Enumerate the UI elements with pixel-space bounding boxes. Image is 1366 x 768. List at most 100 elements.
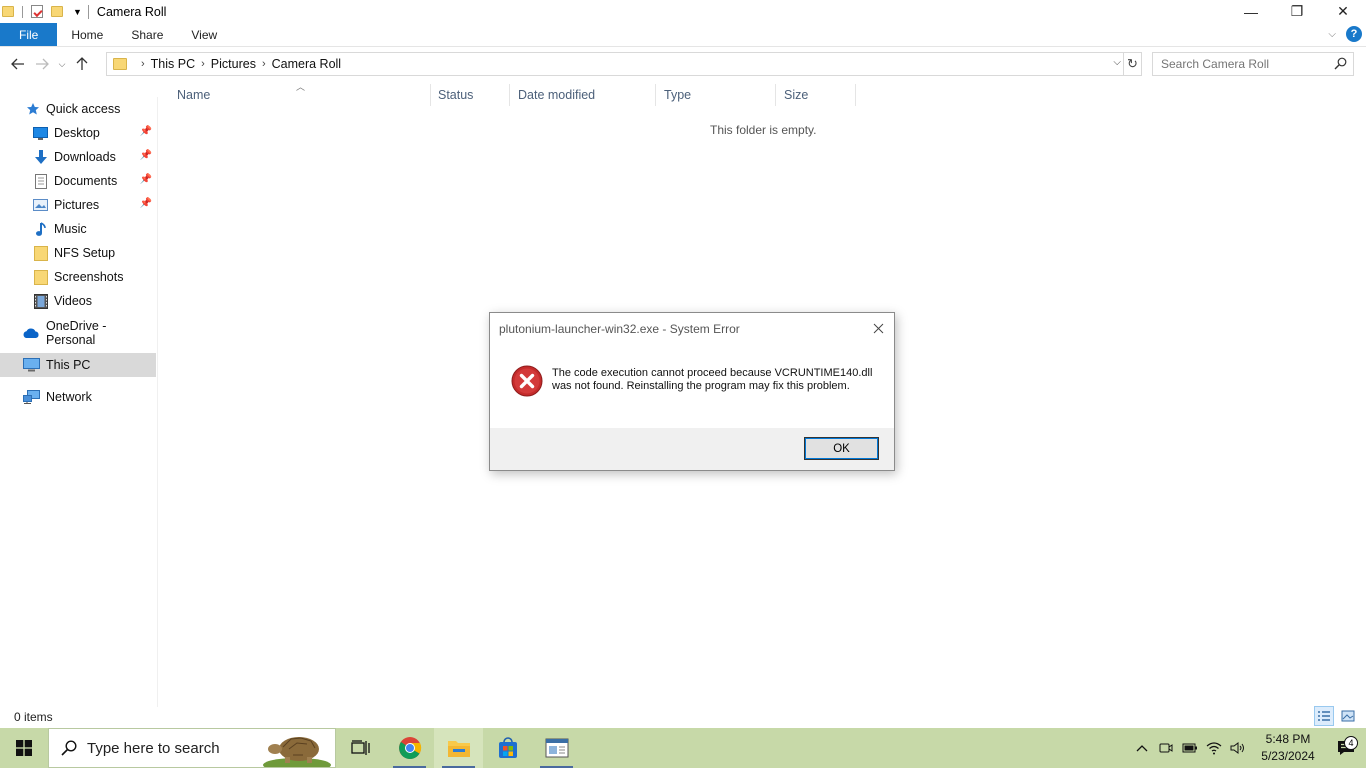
sidebar-item-network[interactable]: Network	[0, 385, 156, 409]
desktop-icon	[33, 126, 48, 140]
search-box[interactable]	[1152, 52, 1354, 76]
close-button[interactable]: ✕	[1320, 0, 1366, 23]
column-header-type[interactable]: Type	[656, 84, 776, 106]
sidebar-item-label: NFS Setup	[54, 246, 116, 260]
network-icon	[22, 390, 40, 404]
search-icon[interactable]	[1334, 57, 1347, 70]
sidebar-item-label: Quick access	[46, 102, 121, 116]
taskbar-app-launcher[interactable]	[532, 728, 581, 768]
breadcrumb-separator[interactable]: ›	[262, 58, 266, 70]
cloud-icon	[22, 326, 40, 340]
battery-icon-graphic	[1182, 743, 1197, 753]
close-icon	[873, 323, 883, 333]
new-folder-icon[interactable]	[51, 6, 63, 17]
help-icon[interactable]: ?	[1346, 26, 1362, 42]
sidebar-item-label: Music	[54, 222, 87, 236]
windows-logo-icon	[16, 740, 32, 756]
address-dropdown-icon[interactable]: ⌵	[1113, 57, 1121, 68]
recent-locations-button[interactable]: ⌵	[54, 52, 70, 76]
file-explorer-window: ▼ Camera Roll — ❐ ✕ File Home Share View…	[0, 0, 1366, 768]
sidebar-item-label: Documents	[54, 174, 118, 188]
battery-icon[interactable]	[1178, 742, 1202, 754]
taskbar-app-store[interactable]	[483, 728, 532, 768]
pictures-icon	[33, 198, 48, 212]
start-button[interactable]	[0, 728, 48, 768]
navigation-bar: ⌵ › This PC › Pictures › Camera Roll ⌵ ↻	[0, 51, 1366, 77]
store-icon	[498, 737, 517, 758]
up-button[interactable]	[70, 52, 94, 76]
sidebar-item-pictures[interactable]: Pictures 📌	[0, 193, 156, 217]
breadcrumb-separator[interactable]: ›	[141, 58, 145, 70]
quick-access-toolbar: ▼	[0, 0, 86, 23]
sidebar-item-label: Network	[46, 390, 92, 404]
system-error-dialog: plutonium-launcher-win32.exe - System Er…	[489, 312, 895, 471]
task-view-icon	[350, 740, 370, 755]
large-icons-view-button[interactable]	[1338, 706, 1358, 726]
sidebar-item-label: Downloads	[54, 150, 116, 164]
column-header-status[interactable]: Status	[430, 84, 510, 106]
sidebar-item-label: Desktop	[54, 126, 100, 140]
column-header-name[interactable]: Name	[169, 84, 431, 106]
sidebar-item-screenshots[interactable]: Screenshots	[0, 265, 156, 289]
breadcrumb-separator[interactable]: ›	[201, 58, 205, 70]
view-switcher	[1314, 706, 1358, 726]
taskbar-search-box[interactable]: Type here to search	[48, 728, 336, 768]
dialog-message: The code execution cannot proceed becaus…	[552, 367, 873, 392]
arrow-up-icon	[76, 57, 88, 70]
details-view-button[interactable]	[1314, 706, 1334, 726]
refresh-button[interactable]: ↻	[1124, 52, 1142, 76]
sidebar-item-quick-access[interactable]: Quick access	[0, 97, 156, 121]
tab-home[interactable]: Home	[57, 23, 117, 46]
show-hidden-icons-button[interactable]	[1130, 744, 1154, 752]
column-header-date-modified[interactable]: Date modified	[510, 84, 656, 106]
breadcrumb-camera-roll[interactable]: Camera Roll	[272, 57, 341, 71]
chrome-icon	[398, 737, 421, 759]
app-window-icon	[545, 738, 568, 758]
breadcrumb-this-pc[interactable]: This PC	[151, 57, 195, 71]
dialog-body: The code execution cannot proceed becaus…	[490, 343, 894, 428]
minimize-button[interactable]: —	[1228, 0, 1274, 23]
back-button[interactable]	[6, 52, 30, 76]
wifi-icon[interactable]	[1202, 741, 1226, 755]
error-icon	[511, 365, 543, 397]
empty-folder-message: This folder is empty.	[710, 123, 817, 137]
column-header-size[interactable]: Size	[776, 84, 856, 106]
taskbar-app-file-explorer[interactable]	[434, 728, 483, 768]
sidebar-item-this-pc[interactable]: This PC	[0, 353, 156, 377]
breadcrumb-pictures[interactable]: Pictures	[211, 57, 256, 71]
address-bar[interactable]: › This PC › Pictures › Camera Roll ⌵	[106, 52, 1124, 76]
search-input[interactable]	[1161, 57, 1331, 71]
sidebar-item-nfs-setup[interactable]: NFS Setup	[0, 241, 156, 265]
taskbar-search-placeholder: Type here to search	[87, 739, 220, 757]
volume-icon[interactable]	[1226, 741, 1250, 755]
sidebar-item-desktop[interactable]: Desktop 📌	[0, 121, 156, 145]
forward-button[interactable]	[30, 52, 54, 76]
sidebar-item-onedrive[interactable]: OneDrive - Personal	[0, 319, 156, 347]
taskbar-app-chrome[interactable]	[385, 728, 434, 768]
sidebar-item-videos[interactable]: Videos	[0, 289, 156, 313]
tab-view[interactable]: View	[177, 23, 231, 46]
expand-ribbon-icon[interactable]: ⌵	[1328, 29, 1336, 40]
download-icon	[33, 149, 48, 164]
sidebar-item-downloads[interactable]: Downloads 📌	[0, 145, 156, 169]
dialog-close-button[interactable]	[868, 319, 888, 337]
restore-button[interactable]: ❐	[1274, 0, 1320, 23]
sidebar-item-documents[interactable]: Documents 📌	[0, 169, 156, 193]
ok-button[interactable]: OK	[804, 437, 879, 460]
dialog-title: plutonium-launcher-win32.exe - System Er…	[499, 322, 740, 336]
tab-share[interactable]: Share	[117, 23, 177, 46]
sidebar-item-label: This PC	[46, 358, 91, 372]
sidebar-item-music[interactable]: Music	[0, 217, 156, 241]
clock[interactable]: 5:48 PM 5/23/2024	[1250, 731, 1326, 765]
tab-file[interactable]: File	[0, 23, 58, 46]
properties-icon[interactable]	[31, 5, 43, 18]
file-explorer-icon	[447, 741, 470, 757]
customize-toolbar-icon[interactable]: ▼	[73, 7, 82, 17]
task-view-button[interactable]	[336, 728, 385, 768]
meet-now-icon[interactable]	[1154, 741, 1178, 755]
pin-icon: 📌	[139, 150, 152, 161]
document-icon	[33, 173, 48, 189]
tortoise-illustration-icon	[263, 737, 331, 767]
notification-center-button[interactable]: 4	[1326, 736, 1366, 756]
chevron-up-icon	[1136, 745, 1148, 752]
